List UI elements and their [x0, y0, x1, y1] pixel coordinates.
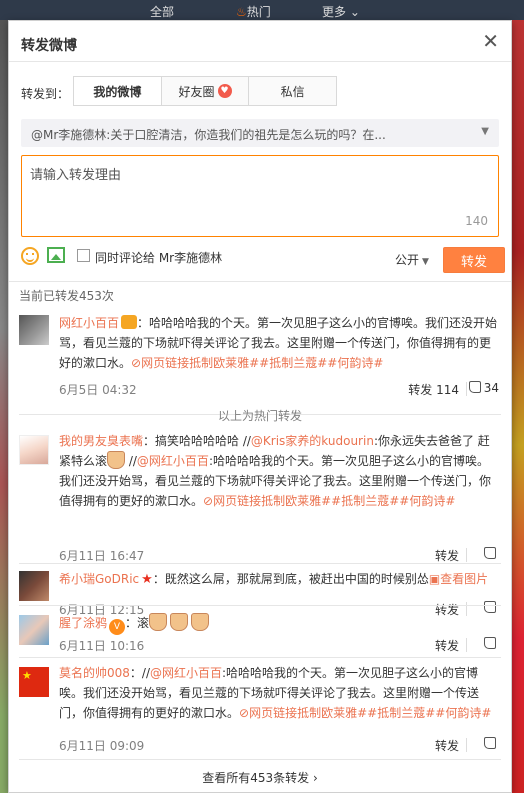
thumbs-up-icon: [484, 737, 496, 749]
heart-icon: ♥: [217, 84, 232, 98]
dialog-title: 转发微博: [21, 38, 77, 54]
mention[interactable]: @网红小百百: [150, 666, 222, 680]
forward-link[interactable]: 转发 114: [408, 381, 459, 398]
mention[interactable]: @Kris家养的kudourin: [251, 434, 374, 448]
post-date: 6月11日 09:09: [59, 739, 145, 753]
tab-friend-circle[interactable]: 好友圈 ♥: [161, 77, 250, 105]
avatar[interactable]: [19, 571, 49, 601]
emoji-icon[interactable]: [21, 247, 39, 265]
username[interactable]: 希小瑞GoDRic: [59, 572, 139, 586]
nav-more[interactable]: 更多 ⌄: [322, 3, 360, 20]
hot-forward-divider: 以上为热门转发: [217, 409, 302, 423]
mention[interactable]: @网红小百百: [137, 454, 209, 468]
thumbs-down-emoji-icon: [170, 613, 189, 631]
web-link[interactable]: 网页链接: [213, 494, 261, 508]
avatar[interactable]: [19, 435, 49, 465]
forward-to-label: 转发到：: [21, 87, 70, 101]
tab-private-message[interactable]: 私信: [249, 77, 337, 105]
compose-toolbar: 同时评论给 Mr李施德林 公开 ▼ 转发: [21, 245, 505, 273]
thumbs-up-icon: [468, 381, 481, 393]
forward-target-tabs: 我的微博 好友圈 ♥ 私信: [73, 76, 337, 106]
post-date: 6月11日 10:16: [59, 639, 145, 653]
image-icon[interactable]: [47, 247, 65, 263]
picture-link-icon: ▣: [428, 572, 441, 586]
avatar[interactable]: [19, 615, 49, 645]
like-button[interactable]: [484, 547, 499, 561]
also-comment-label: 同时评论给 Mr李施德林: [95, 251, 223, 265]
avatar[interactable]: [19, 315, 49, 345]
forward-link[interactable]: 转发: [435, 737, 459, 754]
web-link[interactable]: 网页链接: [141, 356, 189, 370]
forward-button[interactable]: 转发: [443, 247, 505, 273]
quoted-post-select[interactable]: @Mr李施德林:关于口腔清洁，你造我们的祖先是怎么玩的吗？在... ▼: [21, 119, 499, 147]
thumbs-down-emoji-icon: [107, 451, 126, 469]
vip-crown-icon: [121, 315, 138, 329]
also-comment-checkbox[interactable]: [77, 249, 90, 262]
view-image-link[interactable]: 查看图片: [440, 572, 488, 586]
forward-count: 当前已转发453次: [19, 289, 114, 303]
like-button[interactable]: 34: [468, 381, 499, 395]
flame-icon: ♨: [236, 5, 247, 19]
username[interactable]: 腥了涂鸦: [59, 616, 107, 630]
thumbs-up-icon: [484, 601, 496, 613]
forward-link[interactable]: 转发: [435, 547, 459, 564]
avatar[interactable]: ★: [19, 667, 49, 697]
thumbs-up-icon: [484, 547, 496, 559]
chevron-right-icon: ›: [312, 771, 318, 785]
hashtags[interactable]: 抵制欧莱雅##抵制兰蔻##何韵诗#: [261, 494, 455, 508]
chevron-down-icon: ▼: [422, 257, 429, 267]
member-badge-icon: V: [109, 619, 126, 635]
post-date: 6月11日 16:47: [59, 549, 145, 563]
tab-my-weibo[interactable]: 我的微博: [74, 77, 162, 105]
thumbs-down-emoji-icon: [191, 613, 210, 631]
chevron-down-icon: ⌄: [349, 5, 360, 19]
dropdown-arrow-icon: ▼: [481, 126, 489, 137]
username[interactable]: 莫名的帅008: [59, 666, 130, 680]
forward-reason-input[interactable]: 请输入转发理由 140: [21, 155, 499, 237]
like-button[interactable]: [484, 637, 499, 651]
username[interactable]: 我的男友臭表嘴: [59, 434, 143, 448]
username[interactable]: 网红小百百: [59, 316, 119, 330]
nav-hot[interactable]: ♨热门: [236, 3, 271, 20]
web-link[interactable]: 网页链接: [249, 706, 297, 720]
hashtags[interactable]: 抵制欧莱雅##抵制兰蔻##何韵诗#: [297, 706, 491, 720]
flag-star-icon: ★: [22, 669, 32, 682]
like-button[interactable]: [484, 737, 499, 751]
top-nav: 全部 ♨热门 更多 ⌄: [0, 0, 524, 20]
view-all-forwards-link[interactable]: 查看所有453条转发 ›: [9, 769, 511, 786]
forward-link[interactable]: 转发: [435, 637, 459, 654]
post-date: 6月5日 04:32: [59, 383, 137, 397]
close-icon[interactable]: ✕: [482, 31, 499, 51]
thumbs-up-icon: [484, 637, 496, 649]
visibility-select[interactable]: 公开 ▼: [395, 251, 429, 268]
star-badge-icon: ★: [141, 572, 153, 587]
quoted-post-text: @Mr李施德林:关于口腔清洁，你造我们的祖先是怎么玩的吗？在...: [31, 128, 386, 142]
link-icon: ⊘: [203, 494, 214, 508]
hashtags[interactable]: 抵制欧莱雅##抵制兰蔻##何韵诗#: [189, 356, 383, 370]
nav-all[interactable]: 全部: [150, 3, 174, 20]
char-count: 140: [465, 214, 488, 228]
link-icon: ⊘: [239, 706, 250, 720]
forward-dialog: 转发微博 ✕ 转发到： 我的微博 好友圈 ♥ 私信 @Mr李施德林:关于口腔清洁，…: [8, 20, 512, 793]
link-icon: ⊘: [131, 356, 142, 370]
thumbs-down-emoji-icon: [149, 613, 168, 631]
